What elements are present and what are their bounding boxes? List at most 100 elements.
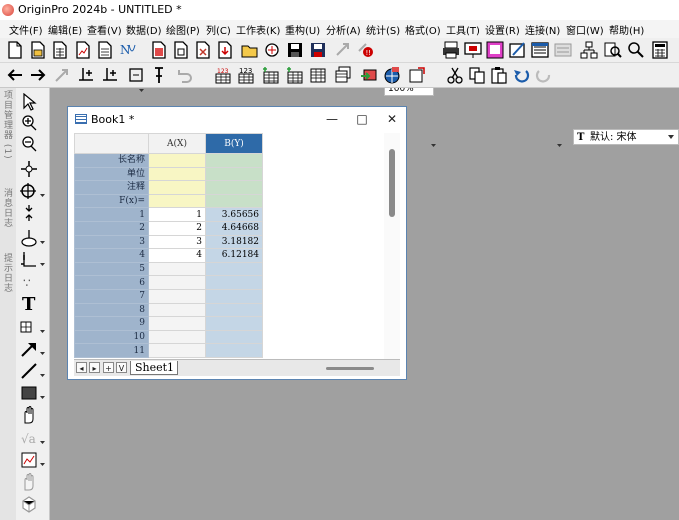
row-number[interactable]: 8 xyxy=(74,302,149,318)
cell-b[interactable] xyxy=(205,343,263,358)
menu-window[interactable]: 窗口(W) xyxy=(566,22,604,37)
add-sheet-icon[interactable] xyxy=(309,66,327,84)
chevron-down-icon[interactable] xyxy=(40,459,45,466)
add-column-icon[interactable] xyxy=(286,66,304,84)
new-function-icon[interactable]: N xyxy=(119,41,137,59)
find-icon[interactable] xyxy=(604,41,622,59)
menu-statistics[interactable]: 统计(S) xyxy=(366,22,400,37)
screen-reader-icon[interactable] xyxy=(20,182,38,200)
sheet-list-button[interactable]: V xyxy=(116,362,127,373)
tab-sheet1[interactable]: Sheet1 xyxy=(130,361,178,375)
row-number[interactable]: 11 xyxy=(74,343,149,358)
connector-navigator-icon[interactable] xyxy=(408,66,426,84)
rectangle-tool-icon[interactable] xyxy=(20,384,38,402)
zoom-in-icon[interactable] xyxy=(20,114,38,132)
cell-b-formula[interactable] xyxy=(205,193,263,209)
workbook-window[interactable]: Book1 * — □ ✕ A(X) B(Y) 长名称 单位 注释 F(x)= … xyxy=(67,106,407,380)
rotate-icon[interactable] xyxy=(127,66,145,84)
corner-cell[interactable] xyxy=(74,133,149,154)
new-notes-icon[interactable] xyxy=(150,41,168,59)
column-header-b[interactable]: B(Y) xyxy=(205,133,263,154)
annotation-icon[interactable]: ∵ xyxy=(20,273,38,291)
row-label-formula[interactable]: F(x)= xyxy=(74,193,149,209)
import-wizard-icon[interactable] xyxy=(360,66,378,84)
font-dropdown-arrow[interactable] xyxy=(668,135,674,139)
region-mask-icon[interactable] xyxy=(20,229,38,247)
fill-range-icon[interactable]: 123 xyxy=(237,66,255,84)
row-number[interactable]: 7 xyxy=(74,288,149,304)
horizontal-scroll-thumb[interactable] xyxy=(326,367,374,370)
new-workbook-icon[interactable] xyxy=(51,41,69,59)
ribbon-icon[interactable] xyxy=(554,41,572,59)
add-row-icon[interactable] xyxy=(101,66,119,84)
cell-b[interactable] xyxy=(205,288,263,304)
fill-column-icon[interactable]: 123 xyxy=(214,66,232,84)
open-folder-icon[interactable] xyxy=(241,41,259,59)
cell-a[interactable] xyxy=(148,343,206,358)
insert-graph-icon[interactable] xyxy=(20,451,38,469)
forward-arrow-icon[interactable] xyxy=(29,66,47,84)
close-button[interactable]: ✕ xyxy=(380,110,404,128)
add-column-disabled-icon[interactable] xyxy=(53,66,71,84)
vertical-scrollbar[interactable] xyxy=(384,133,400,359)
arrow-tool-icon[interactable] xyxy=(20,340,38,358)
cell-b[interactable] xyxy=(205,275,263,290)
chevron-down-icon[interactable] xyxy=(40,326,45,333)
cell-b[interactable]: 3.65656 xyxy=(205,207,263,222)
chevron-down-icon[interactable] xyxy=(40,259,45,266)
new-folder-icon[interactable] xyxy=(29,41,47,59)
line-tool-icon[interactable] xyxy=(20,362,38,380)
menu-data[interactable]: 数据(D) xyxy=(126,22,162,37)
vertical-scroll-thumb[interactable] xyxy=(389,149,395,217)
data-connector-icon[interactable] xyxy=(383,66,401,84)
cell-a[interactable]: 2 xyxy=(148,220,206,236)
import-icon[interactable] xyxy=(216,41,234,59)
row-number[interactable]: 3 xyxy=(74,234,149,250)
cell-a[interactable]: 1 xyxy=(148,207,206,222)
chevron-down-icon[interactable] xyxy=(431,140,436,147)
menu-connect[interactable]: 连接(N) xyxy=(525,22,560,37)
draw-data-icon[interactable] xyxy=(20,251,38,269)
menu-edit[interactable]: 编辑(E) xyxy=(48,22,82,37)
font-select[interactable]: T 默认: 宋体 xyxy=(573,129,679,145)
row-number[interactable]: 4 xyxy=(74,248,149,263)
menu-file[interactable]: 文件(F) xyxy=(9,22,43,37)
recalculate-manual-icon[interactable]: !! xyxy=(357,41,375,59)
text-tool-icon[interactable]: T xyxy=(20,294,38,312)
menu-settings[interactable]: 设置(R) xyxy=(485,22,520,37)
command-window-icon[interactable] xyxy=(531,41,549,59)
pan-tool-icon[interactable] xyxy=(20,473,38,491)
cell-a-long-name[interactable] xyxy=(148,153,206,168)
cell-a[interactable] xyxy=(148,329,206,345)
menu-plot[interactable]: 绘图(P) xyxy=(166,22,200,37)
3d-rotate-icon[interactable] xyxy=(20,495,38,513)
save-template-icon[interactable] xyxy=(309,41,327,59)
row-number[interactable]: 1 xyxy=(74,207,149,222)
add-sheet-button[interactable]: + xyxy=(103,362,114,373)
results-log-icon[interactable] xyxy=(486,41,504,59)
menu-format[interactable]: 格式(O) xyxy=(405,22,441,37)
menu-tools[interactable]: 工具(T) xyxy=(446,22,480,37)
tab-messages-log[interactable]: 消息日志 xyxy=(2,188,14,228)
cell-a[interactable]: 4 xyxy=(148,248,206,263)
menu-column[interactable]: 列(C) xyxy=(206,22,231,37)
copy-icon[interactable] xyxy=(468,66,486,84)
save-project-icon[interactable] xyxy=(286,41,304,59)
recalculate-icon[interactable] xyxy=(334,41,352,59)
cell-a-formula[interactable] xyxy=(148,193,206,209)
undo-icon[interactable] xyxy=(175,66,193,84)
column-header-a[interactable]: A(X) xyxy=(148,133,206,154)
cell-a[interactable] xyxy=(148,288,206,304)
cell-b[interactable] xyxy=(205,329,263,345)
cell-a[interactable]: 3 xyxy=(148,234,206,250)
menu-analysis[interactable]: 分析(A) xyxy=(326,22,361,37)
data-reader-icon[interactable] xyxy=(20,160,38,178)
chevron-down-icon[interactable] xyxy=(40,370,45,377)
menu-help[interactable]: 帮助(H) xyxy=(609,22,644,37)
set-column-values-icon[interactable] xyxy=(262,66,280,84)
next-sheet-button[interactable]: ▸ xyxy=(89,362,100,373)
row-number[interactable]: 5 xyxy=(74,261,149,277)
pointer-icon[interactable] xyxy=(20,93,38,111)
row-number[interactable]: 9 xyxy=(74,316,149,331)
chevron-down-icon[interactable] xyxy=(40,437,45,444)
